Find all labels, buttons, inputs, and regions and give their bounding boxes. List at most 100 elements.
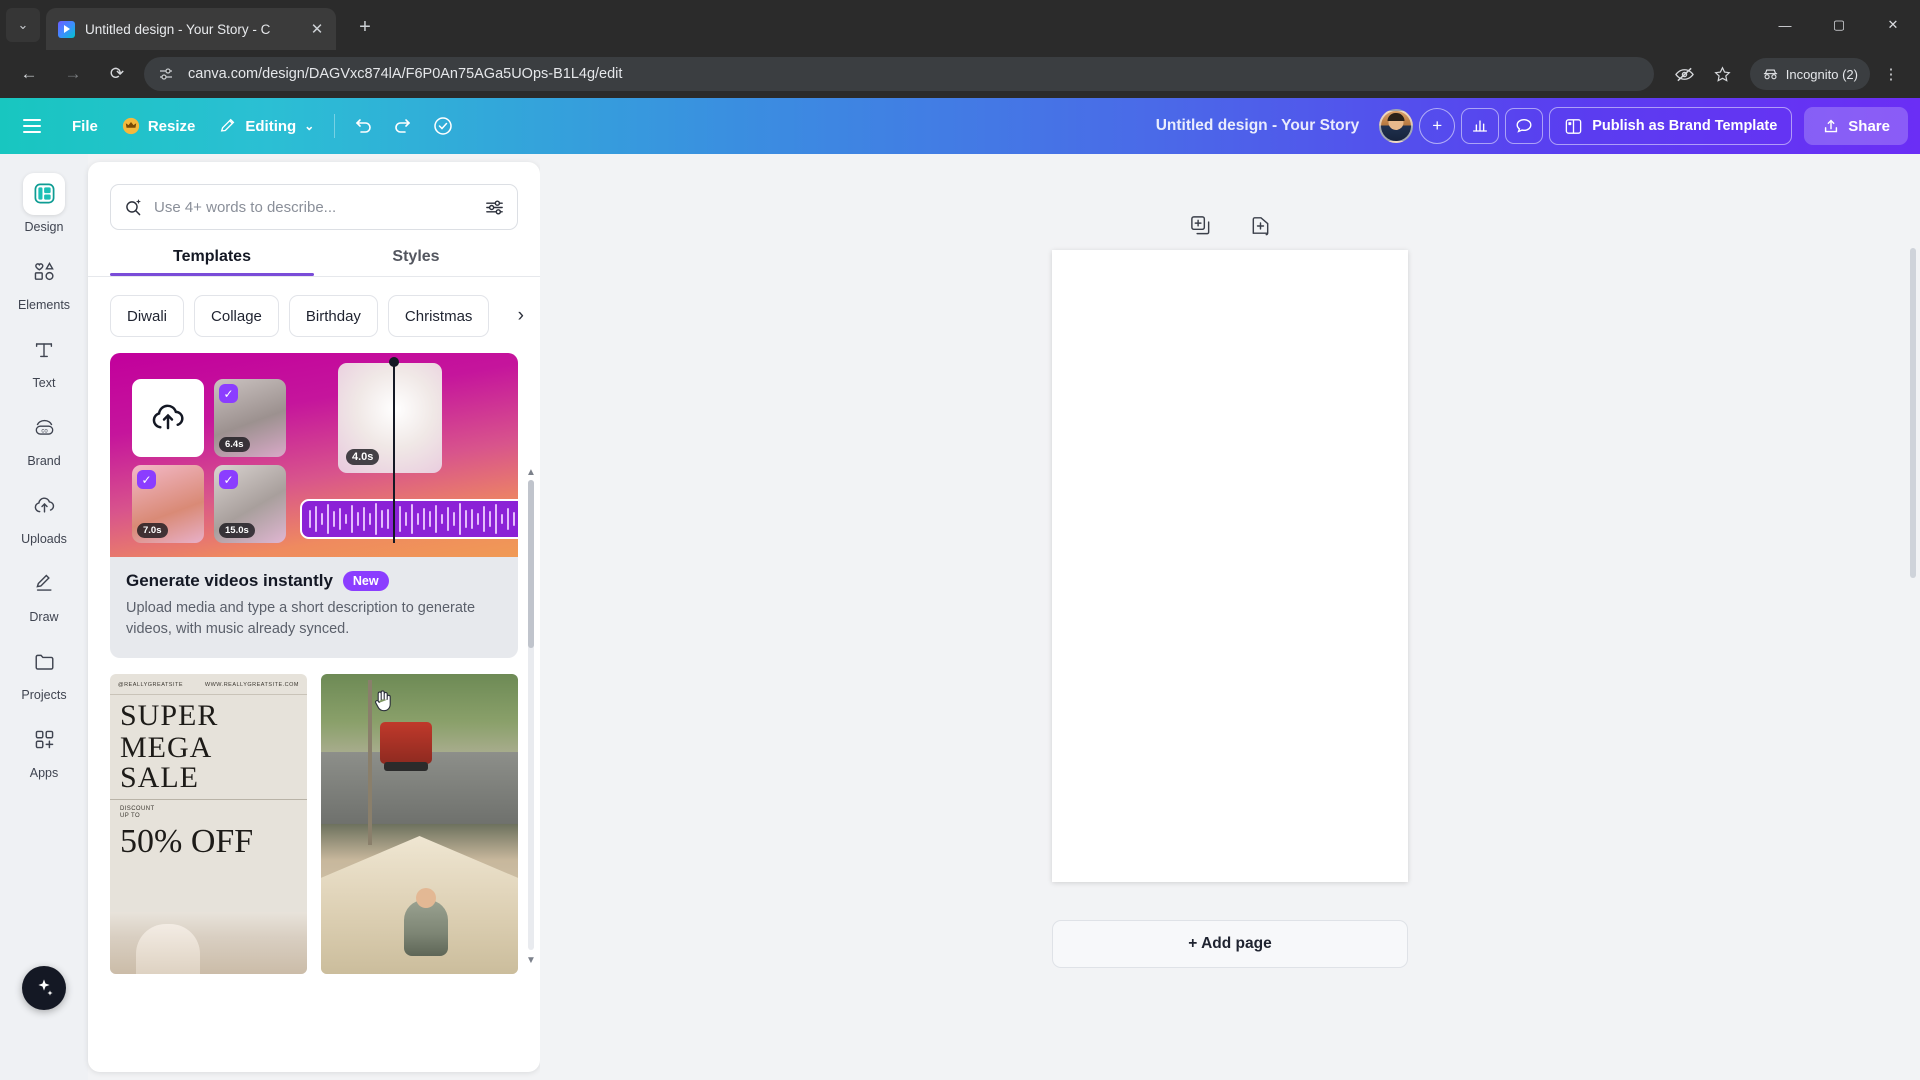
clip-duration: 4.0s [346,449,380,465]
chip-christmas[interactable]: Christmas [387,295,490,337]
template-column-left: @REALLYGREATSITE WWW.REALLYGREATSITE.COM… [110,674,307,975]
share-label: Share [1848,117,1890,135]
tab-styles[interactable]: Styles [314,248,518,276]
menu-icon[interactable] [12,106,52,146]
bookmark-star-icon[interactable] [1706,57,1740,91]
sidebar-item-label: Apps [29,765,59,780]
back-icon[interactable]: ← [12,57,46,91]
window-controls: — ▢ ✕ [1758,6,1920,44]
reload-icon[interactable]: ⟳ [100,57,134,91]
panel-tabs: Templates Styles [88,248,540,276]
document-title[interactable]: Untitled design - Your Story [1156,117,1360,135]
sidebar-item-label: Draw [29,609,59,624]
sidebar-item-label: Projects [21,687,67,702]
window-close-icon[interactable]: ✕ [1866,6,1920,44]
promo-card-generate-videos[interactable]: ✓ 6.4s 4.0s ✓ 7.0s ✓ 15.0s Generate vide… [110,353,518,659]
sidebar-item-elements[interactable]: Elements [6,244,82,318]
redo-icon[interactable] [383,106,423,146]
sidebar-item-label: Design [24,219,64,234]
design-panel: Templates Styles Diwali Collage Birthday… [88,162,540,1072]
tab-templates[interactable]: Templates [110,248,314,276]
browser-tab[interactable]: Untitled design - Your Story - C ✕ [46,8,336,50]
close-icon[interactable]: ✕ [306,18,328,40]
tab-title: Untitled design - Your Story - C [85,21,271,37]
new-tab-button[interactable]: + [350,12,380,42]
search-input[interactable] [154,198,474,216]
sidebar-item-brand[interactable]: co Brand [6,400,82,474]
clip-duration: 7.0s [137,523,168,538]
omnibox-bar: ← → ⟳ canva.com/design/DAGVxc874lA/F6P0A… [0,50,1920,98]
chip-diwali[interactable]: Diwali [110,295,185,337]
canvas-scrollbar-thumb[interactable] [1910,248,1916,578]
magic-assistant-button[interactable] [22,966,66,1010]
cloud-saved-icon[interactable] [423,106,463,146]
draw-icon [23,563,65,605]
filter-icon[interactable] [484,197,505,218]
add-collaborator-button[interactable]: + [1419,108,1456,144]
sidebar-item-apps[interactable]: Apps [6,712,82,786]
search-input-wrapper[interactable] [110,184,518,230]
sidebar-item-uploads[interactable]: Uploads [6,478,82,552]
incognito-indicator[interactable]: Incognito (2) [1749,58,1870,90]
design-page-canvas[interactable] [1052,250,1408,882]
editing-mode-button[interactable]: Editing ⌄ [207,107,326,145]
panel-scrollbar-thumb[interactable] [528,480,534,648]
insights-button[interactable] [1461,108,1500,144]
canvas-scrollbar[interactable] [1910,248,1916,808]
template-card-super-mega-sale[interactable]: @REALLYGREATSITE WWW.REALLYGREATSITE.COM… [110,674,307,975]
brand-template-label: Publish as Brand Template [1592,118,1778,134]
panel-scrollbar[interactable] [528,480,534,950]
template-card-camping-trip[interactable] [321,674,518,975]
apps-icon [23,719,65,761]
chip-collage[interactable]: Collage [194,295,279,337]
chip-birthday[interactable]: Birthday [288,295,378,337]
clip-duration: 15.0s [219,523,255,538]
clip-tile-4: ✓ 15.0s [214,465,286,543]
address-bar[interactable]: canva.com/design/DAGVxc874lA/F6P0An75AGa… [144,57,1654,91]
truck-shape [380,722,433,772]
tab-search-chevron-icon[interactable]: ⌄ [6,8,40,42]
template-kicker-1: DISCOUNT [120,806,155,813]
site-settings-icon[interactable] [156,64,176,84]
incognito-label: Incognito (2) [1785,66,1858,82]
magic-search-icon [123,197,144,218]
uploads-icon [23,485,65,527]
tab-label: Styles [392,248,440,265]
maximize-icon[interactable]: ▢ [1812,6,1866,44]
forward-icon[interactable]: → [56,57,90,91]
sidebar-item-text[interactable]: Text [6,322,82,396]
brand-icon: co [23,407,65,449]
undo-icon[interactable] [343,106,383,146]
text-icon [23,329,65,371]
brand-template-icon [1564,117,1583,136]
scroll-up-arrow-icon[interactable]: ▲ [525,466,537,478]
design-icon [23,172,65,215]
resize-button[interactable]: Resize [110,107,208,145]
chip-label: Diwali [127,307,168,325]
add-page-button[interactable]: + Add page [1052,920,1408,968]
panel-scroll-region: Diwali Collage Birthday Christmas › ✓ 6.… [88,277,540,1072]
publish-brand-template-button[interactable]: Publish as Brand Template [1549,107,1793,145]
minimize-icon[interactable]: — [1758,6,1812,44]
avatar[interactable] [1379,109,1414,143]
file-menu-button[interactable]: File [60,107,110,145]
add-page-icon[interactable] [1247,212,1273,238]
scroll-down-arrow-icon[interactable]: ▼ [525,954,537,966]
template-handle: @REALLYGREATSITE [118,682,184,689]
browser-menu-icon[interactable]: ⋮ [1874,57,1908,91]
page-tools [1187,212,1273,238]
sidebar-item-draw[interactable]: Draw [6,556,82,630]
projects-icon [23,641,65,683]
promo-title-row: Generate videos instantly New [126,571,502,591]
template-column-right [321,674,518,975]
sidebar-item-design[interactable]: Design [6,166,82,240]
third-party-cookie-icon[interactable] [1668,57,1702,91]
sidebar-item-projects[interactable]: Projects [6,634,82,708]
chips-next-arrow-icon[interactable]: › [498,295,524,337]
tab-strip: ⌄ Untitled design - Your Story - C ✕ + —… [0,0,1920,50]
template-headline-2: MEGA SALE [120,731,211,795]
comment-button[interactable] [1505,108,1544,144]
duplicate-page-icon[interactable] [1187,212,1213,238]
category-chips: Diwali Collage Birthday Christmas › [110,295,524,337]
share-button[interactable]: Share [1804,107,1908,145]
